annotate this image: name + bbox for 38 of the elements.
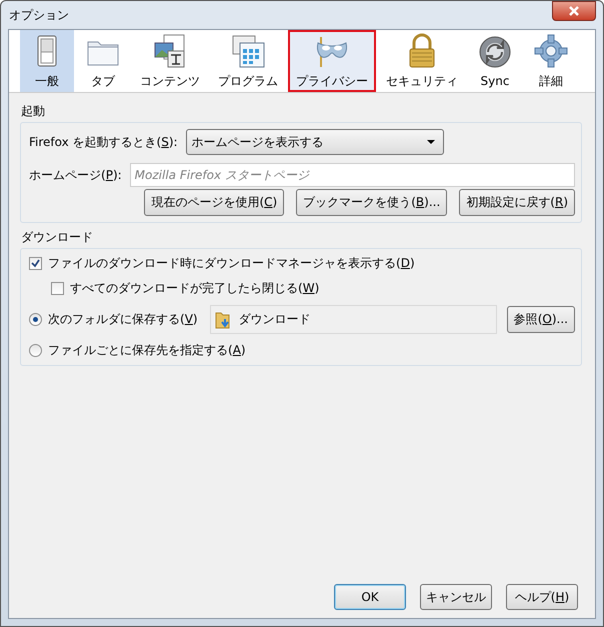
group-title: ダウンロード xyxy=(20,229,93,246)
folder-download-icon xyxy=(214,310,231,328)
dialog-button[interactable]: ヘルプ(H) xyxy=(506,584,578,610)
preference-tab[interactable]: コンテンツ xyxy=(132,30,208,92)
preference-tab[interactable]: 詳細 xyxy=(524,30,578,92)
preference-tab[interactable]: セキュリティ xyxy=(378,30,466,92)
preference-tab[interactable]: プログラム xyxy=(210,30,286,92)
calendar-icon xyxy=(230,32,266,68)
browse-button[interactable]: 参照(O)... xyxy=(506,306,575,333)
dialog-button[interactable]: キャンセル xyxy=(420,584,492,610)
action-button[interactable]: 現在のページを使用(C) xyxy=(144,189,284,216)
preference-tab[interactable]: プライバシー xyxy=(288,30,376,92)
folder-field: ダウンロード xyxy=(210,305,497,334)
group-title: 起動 xyxy=(20,103,45,120)
dialog-button[interactable]: OK xyxy=(334,584,406,610)
radio-label: 次のフォルダに保存する(V) xyxy=(48,311,198,328)
homepage-field[interactable]: Mozilla Firefox スタートページ xyxy=(130,163,575,187)
radio-label: ファイルごとに保存先を指定する(A) xyxy=(48,342,246,359)
checkbox-label: すべてのダウンロードが完了したら閉じる(W) xyxy=(70,280,320,297)
checkbox[interactable] xyxy=(29,257,42,270)
action-button[interactable]: 初期設定に戻す(R) xyxy=(459,189,575,216)
checkbox-label: ファイルのダウンロード時にダウンロードマネージャを表示する(D) xyxy=(48,255,415,272)
window-title: オプション xyxy=(8,6,69,24)
close-button[interactable] xyxy=(552,1,596,21)
field-label: Firefox を起動するとき(S): xyxy=(29,134,178,150)
dropdown-arrow-icon xyxy=(426,140,435,144)
preference-tab[interactable]: タブ xyxy=(76,30,130,92)
sync-icon xyxy=(477,34,513,70)
close-icon xyxy=(567,6,581,16)
preference-tab[interactable]: 一般 xyxy=(20,30,74,92)
checkbox[interactable] xyxy=(51,282,64,295)
radio-button[interactable] xyxy=(29,313,42,326)
startup-dropdown[interactable]: ホームページを表示する xyxy=(186,129,444,155)
field-label: ホームページ(P): xyxy=(29,166,122,184)
action-button[interactable]: ブックマークを使う(B)... xyxy=(296,189,448,216)
radio-button[interactable] xyxy=(29,344,42,357)
gear-icon xyxy=(533,32,569,68)
preference-tab[interactable]: Sync xyxy=(468,30,522,92)
